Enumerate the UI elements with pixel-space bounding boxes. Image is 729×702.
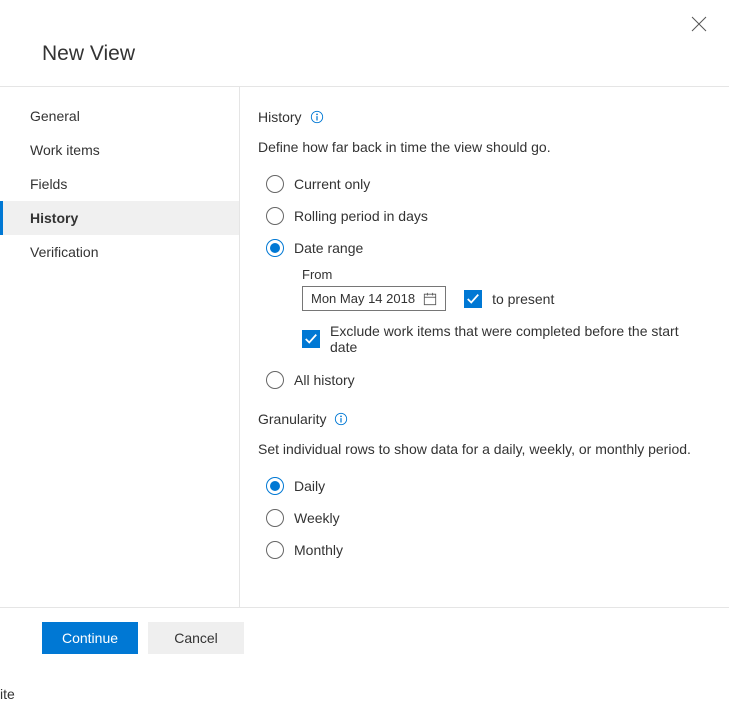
radio-label: Daily (294, 478, 325, 494)
granularity-radio-group: Daily Weekly Monthly (266, 477, 699, 559)
radio-label: Weekly (294, 510, 340, 526)
history-description: Define how far back in time the view sho… (258, 139, 699, 155)
sidebar: General Work items Fields History Verifi… (0, 87, 240, 607)
calendar-icon (423, 292, 437, 306)
dialog-footer: Continue Cancel (0, 607, 729, 654)
sidebar-item-fields[interactable]: Fields (0, 167, 239, 201)
radio-icon (266, 175, 284, 193)
sidebar-item-work-items[interactable]: Work items (0, 133, 239, 167)
sidebar-item-label: Work items (30, 142, 100, 158)
dialog-body: General Work items Fields History Verifi… (0, 87, 729, 607)
radio-icon (266, 541, 284, 559)
radio-daily[interactable]: Daily (266, 477, 699, 495)
from-date-input[interactable]: Mon May 14 2018 (302, 286, 446, 311)
main-panel: History Define how far back in time the … (240, 87, 729, 607)
close-icon (691, 16, 707, 32)
to-present-checkbox[interactable] (464, 290, 482, 308)
radio-icon (266, 207, 284, 225)
date-row: Mon May 14 2018 to present (302, 286, 699, 311)
sidebar-item-label: History (30, 210, 78, 226)
radio-label: Monthly (294, 542, 343, 558)
radio-monthly[interactable]: Monthly (266, 541, 699, 559)
exclude-checkbox[interactable] (302, 330, 320, 348)
radio-icon (266, 509, 284, 527)
sidebar-item-verification[interactable]: Verification (0, 235, 239, 269)
sidebar-item-general[interactable]: General (0, 99, 239, 133)
radio-label: Date range (294, 240, 363, 256)
dialog-title: New View (0, 0, 729, 86)
sidebar-item-label: Verification (30, 244, 98, 260)
history-heading: History (258, 109, 302, 125)
info-icon[interactable] (310, 110, 324, 124)
from-date-value: Mon May 14 2018 (311, 291, 415, 306)
granularity-heading-row: Granularity (258, 411, 699, 427)
date-range-subform: From Mon May 14 2018 to pres (302, 267, 699, 355)
sidebar-item-label: Fields (30, 176, 67, 192)
radio-weekly[interactable]: Weekly (266, 509, 699, 527)
close-button[interactable] (691, 16, 707, 32)
radio-label: Rolling period in days (294, 208, 428, 224)
check-icon (466, 292, 480, 306)
sidebar-item-history[interactable]: History (0, 201, 239, 235)
history-radio-group: Current only Rolling period in days Date… (266, 175, 699, 389)
granularity-description: Set individual rows to show data for a d… (258, 441, 699, 457)
from-label: From (302, 267, 699, 282)
check-icon (304, 332, 318, 346)
radio-label: All history (294, 372, 355, 388)
radio-date-range[interactable]: Date range (266, 239, 699, 257)
cancel-button[interactable]: Cancel (148, 622, 244, 654)
radio-label: Current only (294, 176, 370, 192)
radio-icon (266, 239, 284, 257)
info-icon[interactable] (334, 412, 348, 426)
new-view-dialog: New View General Work items Fields Histo… (0, 0, 729, 686)
granularity-heading: Granularity (258, 411, 326, 427)
exclude-label: Exclude work items that were completed b… (330, 323, 699, 355)
radio-icon (266, 477, 284, 495)
continue-button[interactable]: Continue (42, 622, 138, 654)
to-present-row: to present (464, 290, 554, 308)
to-present-label: to present (492, 291, 554, 307)
history-heading-row: History (258, 109, 699, 125)
radio-icon (266, 371, 284, 389)
radio-all-history[interactable]: All history (266, 371, 699, 389)
radio-current-only[interactable]: Current only (266, 175, 699, 193)
sidebar-item-label: General (30, 108, 80, 124)
radio-rolling-period[interactable]: Rolling period in days (266, 207, 699, 225)
exclude-row: Exclude work items that were completed b… (302, 323, 699, 355)
